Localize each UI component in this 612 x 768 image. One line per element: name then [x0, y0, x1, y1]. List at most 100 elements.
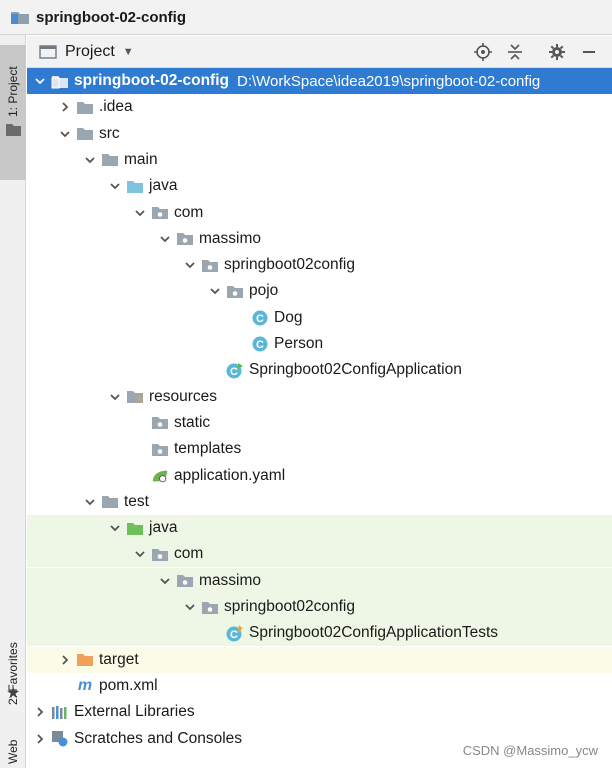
tree-row[interactable]: application.yaml — [27, 463, 612, 489]
web-tool-tab[interactable]: Web — [0, 720, 26, 768]
svg-text:C: C — [256, 313, 264, 325]
chevron-down-icon[interactable] — [83, 495, 97, 509]
tree-item-label: com — [174, 545, 204, 563]
folder-icon — [76, 126, 94, 142]
tree-item-label: Scratches and Consoles — [74, 729, 243, 747]
chevron-down-icon[interactable]: ▼ — [123, 46, 134, 58]
panel-title[interactable]: Project — [65, 43, 115, 61]
resources-folder-icon — [126, 389, 144, 405]
tree-row[interactable]: massimo — [27, 567, 612, 594]
left-tool-strip: 1: Project 2: Favorites ★ Web — [0, 35, 26, 768]
tree-row[interactable]: C Springboot02ConfigApplicationTests — [27, 620, 612, 647]
tree-item-label: java — [149, 519, 178, 537]
chevron-down-icon[interactable] — [183, 600, 197, 614]
project-panel-header: Project ▼ — [27, 36, 612, 68]
watermark: CSDN @Massimo_ycw — [462, 743, 598, 758]
tree-item-label: resources — [149, 387, 218, 405]
folder-icon — [6, 124, 21, 136]
tree-row[interactable]: main — [27, 147, 612, 173]
tree-row[interactable]: .idea — [27, 94, 612, 120]
tree-row[interactable]: src — [27, 121, 612, 147]
spring-config-icon — [151, 468, 169, 484]
maven-icon: m — [77, 676, 93, 694]
chevron-down-icon[interactable] — [158, 574, 172, 588]
package-icon — [151, 441, 169, 457]
package-icon — [151, 415, 169, 431]
tree-row[interactable]: test — [27, 489, 612, 515]
tree-row[interactable]: C Springboot02ConfigApplication — [27, 357, 612, 383]
package-icon — [176, 231, 194, 247]
title-bar: springboot-02-config — [0, 0, 612, 35]
folder-icon — [76, 99, 94, 115]
tree-item-label: Springboot02ConfigApplication — [249, 361, 462, 379]
chevron-down-icon[interactable] — [133, 547, 147, 561]
chevron-down-icon[interactable] — [108, 390, 122, 404]
tree-item-label: springboot02config — [224, 598, 355, 615]
tree-row[interactable]: springboot02config — [27, 594, 612, 620]
package-icon — [151, 546, 169, 562]
chevron-down-icon[interactable] — [83, 153, 97, 167]
minimize-icon[interactable] — [579, 42, 599, 62]
libraries-icon — [51, 704, 69, 720]
chevron-right-icon[interactable] — [33, 705, 47, 719]
web-tab-label: Web — [6, 739, 20, 764]
crosshair-icon[interactable] — [473, 42, 493, 62]
tree-row[interactable]: springboot02config — [27, 252, 612, 278]
scratches-icon — [51, 731, 69, 747]
tree-row[interactable]: massimo — [27, 226, 612, 252]
chevron-right-icon[interactable] — [58, 653, 72, 667]
chevron-down-icon[interactable] — [33, 74, 47, 88]
excluded-folder-icon — [76, 652, 94, 668]
chevron-down-icon[interactable] — [108, 521, 122, 535]
svg-text:C: C — [230, 366, 238, 378]
project-tool-tab[interactable]: 1: Project — [0, 45, 26, 180]
package-icon — [226, 283, 244, 299]
tree-item-label: Dog — [274, 308, 303, 326]
favorites-tool-tab[interactable]: 2: Favorites ★ — [0, 610, 26, 710]
tree-row[interactable]: java — [27, 173, 612, 199]
gear-icon[interactable] — [547, 42, 567, 62]
tree-item-label: application.yaml — [174, 466, 286, 484]
tree-item-label: com — [174, 203, 204, 221]
tree-row-root[interactable]: springboot-02-config D:\WorkSpace\idea201… — [27, 68, 612, 94]
tree-row[interactable]: C Dog — [27, 305, 612, 331]
tree-row[interactable]: static — [27, 410, 612, 436]
tree-item-label: test — [124, 492, 149, 510]
svg-text:C: C — [230, 629, 238, 641]
tree-row[interactable]: C Person — [27, 331, 612, 357]
chevron-down-icon[interactable] — [58, 127, 72, 141]
tree-item-label: Person — [274, 335, 324, 352]
tree-row[interactable]: resources — [27, 384, 612, 410]
tree-row[interactable]: java — [27, 515, 612, 542]
tree-row[interactable]: com — [27, 200, 612, 226]
tree-row[interactable]: templates — [27, 436, 612, 462]
chevron-down-icon[interactable] — [183, 258, 197, 272]
class-icon: C — [251, 310, 269, 326]
tree-row[interactable]: com — [27, 541, 612, 568]
tree-item-label: pom.xml — [99, 676, 158, 694]
chevron-down-icon[interactable] — [158, 232, 172, 246]
chevron-right-icon[interactable] — [33, 732, 47, 746]
package-icon — [151, 205, 169, 221]
chevron-down-icon[interactable] — [208, 284, 222, 298]
tree-item-label: .idea — [99, 98, 133, 116]
chevron-down-icon[interactable] — [108, 179, 122, 193]
tree-row[interactable]: External Libraries — [27, 699, 612, 725]
tree-row[interactable]: m pom.xml — [27, 673, 612, 699]
folder-icon — [101, 494, 119, 510]
tree-item-label: springboot-02-config — [74, 72, 229, 89]
tree-row[interactable]: target — [27, 646, 612, 673]
tree-row[interactable]: pojo — [27, 278, 612, 304]
test-class-icon: C — [226, 624, 244, 642]
tree-item-label: massimo — [199, 229, 262, 247]
chevron-right-icon[interactable] — [58, 100, 72, 114]
chevron-down-icon[interactable] — [133, 206, 147, 220]
collapse-icon[interactable] — [505, 42, 525, 62]
